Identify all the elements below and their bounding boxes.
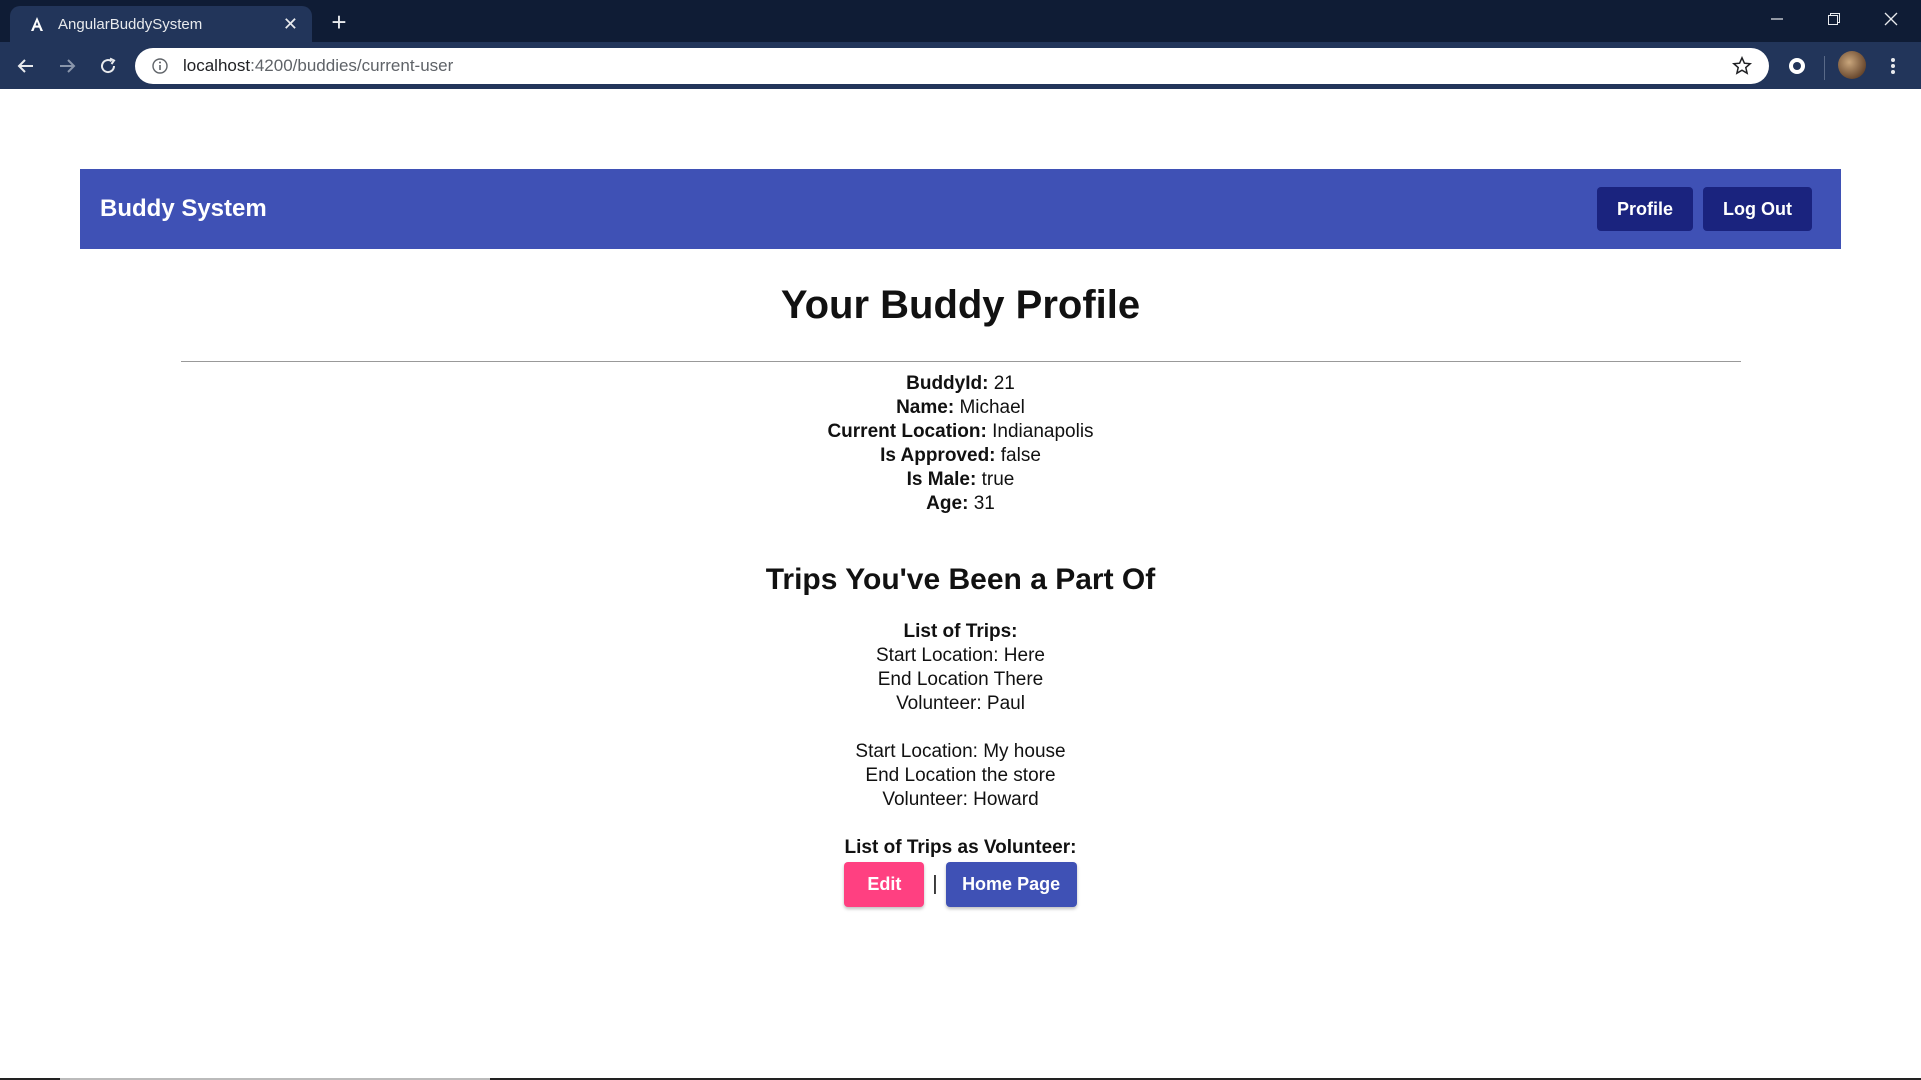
main-content: Your Buddy Profile BuddyId: 21 Name: Mic…	[0, 249, 1921, 907]
trip-end: End Location the store	[865, 765, 1056, 786]
info-icon[interactable]	[151, 57, 169, 75]
page-title: Your Buddy Profile	[780, 283, 1141, 327]
detail-label: Is Approved:	[880, 445, 996, 466]
bookmark-star-icon[interactable]	[1731, 55, 1753, 77]
trip-start: Start Location: My house	[855, 741, 1066, 762]
url-path: :4200/buddies/current-user	[250, 56, 454, 75]
trip-volunteer: Volunteer: Paul	[896, 693, 1025, 714]
detail-value: 31	[973, 493, 995, 514]
detail-value: Michael	[959, 397, 1025, 418]
button-separator: |	[932, 873, 938, 895]
detail-row-buddyid: BuddyId: 21	[0, 372, 1921, 396]
tab-close-icon[interactable]: ✕	[283, 14, 298, 35]
browser-tab[interactable]: AngularBuddySystem ✕	[10, 6, 312, 42]
browser-toolbar: localhost:4200/buddies/current-user	[0, 42, 1921, 89]
browser-menu-icon[interactable]	[1882, 55, 1904, 77]
detail-label: BuddyId:	[906, 373, 989, 394]
url-host: localhost	[183, 56, 251, 75]
address-bar[interactable]: localhost:4200/buddies/current-user	[135, 48, 1769, 84]
edit-button[interactable]: Edit	[844, 862, 925, 907]
trips-list: List of Trips: Start Location: Here End …	[0, 620, 1921, 860]
browser-titlebar: AngularBuddySystem ✕ +	[0, 0, 1921, 42]
trips-list-label: List of Trips:	[903, 621, 1018, 642]
logout-button[interactable]: Log Out	[1703, 187, 1812, 231]
reload-icon[interactable]	[94, 52, 122, 80]
angular-icon	[28, 15, 46, 33]
detail-value: true	[981, 469, 1015, 490]
home-page-button[interactable]: Home Page	[945, 862, 1077, 907]
restore-icon[interactable]	[1806, 0, 1862, 38]
detail-row-is-male: Is Male: true	[0, 468, 1921, 492]
detail-row-name: Name: Michael	[0, 396, 1921, 420]
trip-start: Start Location: Here	[876, 645, 1045, 666]
window-close-icon[interactable]	[1863, 0, 1919, 38]
divider	[180, 361, 1741, 362]
app-navbar: Buddy System Profile Log Out	[80, 169, 1841, 249]
detail-value: 21	[993, 373, 1015, 394]
detail-value: false	[1000, 445, 1041, 466]
tab-title: AngularBuddySystem	[58, 15, 203, 33]
back-arrow-icon[interactable]	[12, 52, 40, 80]
url-text: localhost:4200/buddies/current-user	[183, 56, 1731, 76]
detail-row-is-approved: Is Approved: false	[0, 444, 1921, 468]
trips-heading: Trips You've Been a Part Of	[765, 563, 1156, 596]
toolbar-divider	[1824, 56, 1825, 80]
profile-avatar[interactable]	[1838, 51, 1866, 79]
trip-volunteer: Volunteer: Howard	[882, 789, 1039, 810]
trip-item: Start Location: My house End Location th…	[0, 740, 1921, 812]
brand-title[interactable]: Buddy System	[100, 195, 267, 223]
new-tab-icon[interactable]: +	[325, 8, 353, 36]
detail-label: Name:	[896, 397, 955, 418]
action-buttons: Edit | Home Page	[0, 862, 1921, 907]
detail-row-current-location: Current Location: Indianapolis	[0, 420, 1921, 444]
detail-label: Current Location:	[827, 421, 987, 442]
detail-label: Is Male:	[906, 469, 977, 490]
volunteer-trips-label: List of Trips as Volunteer:	[844, 837, 1077, 858]
extension-icon[interactable]	[1786, 55, 1808, 77]
minimize-icon[interactable]	[1749, 0, 1805, 38]
forward-arrow-icon[interactable]	[53, 52, 81, 80]
detail-label: Age:	[926, 493, 969, 514]
detail-row-age: Age: 31	[0, 492, 1921, 516]
trip-item: Start Location: Here End Location There …	[0, 644, 1921, 716]
profile-button[interactable]: Profile	[1597, 187, 1694, 231]
profile-details: BuddyId: 21 Name: Michael Current Locati…	[0, 372, 1921, 516]
trip-end: End Location There	[877, 669, 1044, 690]
detail-value: Indianapolis	[992, 421, 1094, 442]
